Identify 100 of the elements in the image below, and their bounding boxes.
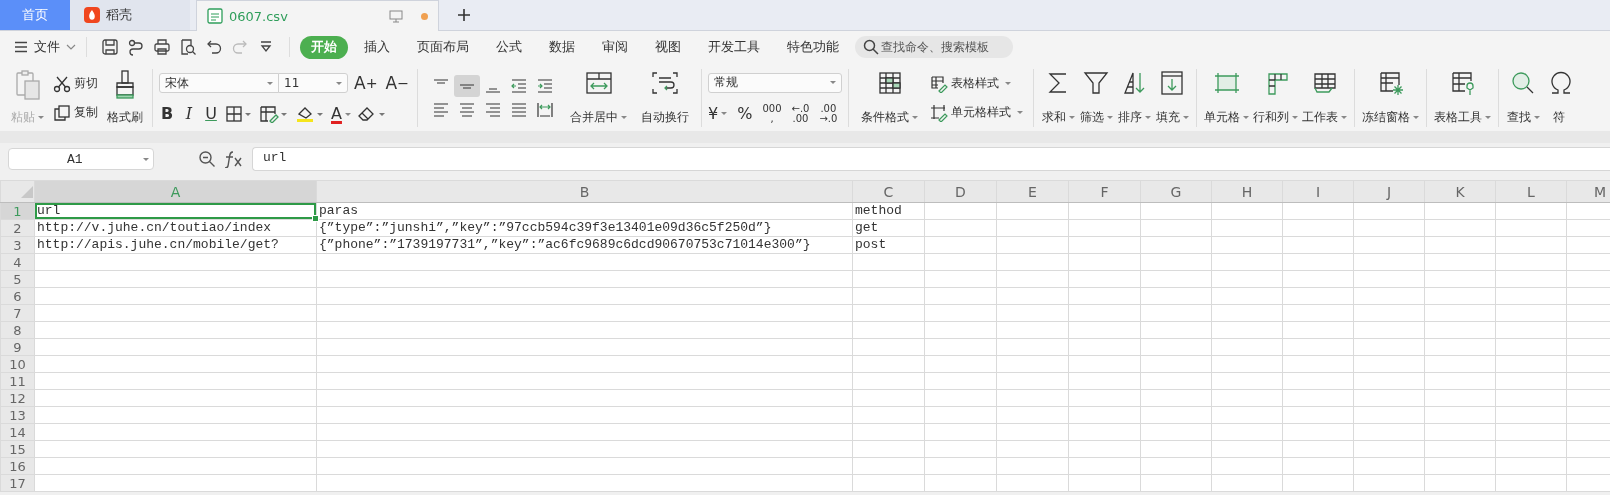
print-icon[interactable] bbox=[153, 38, 171, 56]
italic-button[interactable]: I bbox=[181, 105, 197, 123]
ribbon-button[interactable]: 排序 bbox=[1116, 65, 1153, 131]
ribbon-tab[interactable]: 特色功能 bbox=[776, 35, 850, 59]
flame-logo-icon bbox=[84, 7, 100, 23]
caret-icon bbox=[721, 112, 728, 115]
table-cell-text: http://v.juhe.cn/toutiao/index bbox=[36, 220, 273, 236]
ribbon-tab[interactable]: 视图 bbox=[644, 35, 692, 59]
fill-handle[interactable] bbox=[312, 215, 319, 222]
caret-icon bbox=[1005, 82, 1012, 85]
ribbon-button[interactable]: 筛选 bbox=[1078, 65, 1115, 131]
caret-icon bbox=[1485, 116, 1492, 119]
merge-center-button[interactable]: 合并居中 bbox=[564, 65, 634, 131]
number-format-dropdown[interactable]: 常规 bbox=[708, 72, 843, 93]
column-header[interactable]: I bbox=[1282, 180, 1354, 203]
column-header[interactable]: H bbox=[1211, 180, 1283, 203]
caret-icon bbox=[1243, 116, 1250, 119]
zoom-icon[interactable] bbox=[198, 150, 216, 168]
copy-icon bbox=[53, 103, 71, 122]
column-header[interactable]: L bbox=[1495, 180, 1567, 203]
monitor-icon[interactable] bbox=[389, 9, 403, 23]
caret-icon bbox=[267, 81, 273, 85]
font-size-dropdown[interactable]: 11 bbox=[278, 73, 348, 93]
caret-icon bbox=[1144, 116, 1151, 119]
copy-button[interactable]: 复制 bbox=[53, 103, 98, 122]
search-field[interactable]: 查找命令、搜索模板 bbox=[855, 36, 1013, 58]
file-menu[interactable]: 文件 bbox=[14, 38, 76, 56]
name-box[interactable]: A1 bbox=[8, 148, 154, 170]
bold-button[interactable]: B bbox=[159, 105, 175, 123]
function-icon[interactable] bbox=[224, 150, 244, 168]
ribbon-button[interactable]: 求和 bbox=[1040, 65, 1077, 131]
conditional-format-button[interactable]: 条件格式 bbox=[855, 65, 925, 131]
ribbon-button[interactable]: 符 bbox=[1543, 65, 1576, 131]
borders-icon[interactable] bbox=[225, 105, 253, 123]
ribbon-button[interactable]: 填充 bbox=[1154, 65, 1191, 131]
underline-button[interactable]: U bbox=[203, 105, 219, 123]
wrap-text-button[interactable]: 自动换行 bbox=[635, 65, 696, 131]
caret-icon bbox=[1341, 116, 1348, 119]
ribbon-button[interactable]: 单元格 bbox=[1203, 65, 1251, 131]
font-color-button[interactable]: A bbox=[331, 105, 351, 123]
ribbon-tab[interactable]: 公式 bbox=[485, 35, 533, 59]
cell-format-icon[interactable] bbox=[259, 105, 289, 123]
column-header[interactable]: E bbox=[996, 180, 1069, 203]
route-icon[interactable] bbox=[127, 38, 145, 56]
search-icon bbox=[863, 39, 879, 55]
scissors-icon bbox=[53, 74, 71, 93]
column-header[interactable]: M bbox=[1566, 180, 1610, 203]
ribbon-button[interactable]: 行和列 bbox=[1252, 65, 1300, 131]
cell-style-button[interactable]: 单元格样式 bbox=[930, 103, 1024, 122]
undo-icon[interactable] bbox=[205, 38, 223, 56]
ribbon-tab[interactable]: 插入 bbox=[353, 35, 401, 59]
save-icon[interactable] bbox=[101, 38, 119, 56]
caret-icon bbox=[1413, 116, 1420, 119]
ribbon-button[interactable]: 工作表 bbox=[1301, 65, 1349, 131]
ribbon-button[interactable]: 表格工具 bbox=[1433, 65, 1493, 131]
column-header[interactable]: F bbox=[1068, 180, 1141, 203]
column-header[interactable]: D bbox=[924, 180, 997, 203]
ribbon-tab[interactable]: 页面布局 bbox=[406, 35, 480, 59]
align-middle-icon[interactable] bbox=[454, 75, 481, 97]
merge-cells-icon bbox=[583, 69, 614, 97]
ribbon-button[interactable]: 冻结窗格 bbox=[1361, 65, 1421, 131]
table-cell-text: post bbox=[854, 237, 888, 253]
preview-icon[interactable] bbox=[179, 38, 197, 56]
caret-icon bbox=[1017, 111, 1024, 114]
table-style-button[interactable]: 表格样式 bbox=[930, 74, 1024, 93]
percent-button[interactable]: % bbox=[737, 104, 753, 123]
cut-button[interactable]: 剪切 bbox=[53, 74, 98, 93]
formula-field[interactable]: url bbox=[252, 147, 1610, 171]
caret-icon bbox=[912, 116, 919, 119]
menu-icon bbox=[14, 41, 28, 53]
table-cell-text: {”phone”:”1739197731”,”key”:”ac6fc9689c6dcd90670753c71014e300”} bbox=[318, 237, 812, 253]
column-header[interactable]: C bbox=[852, 180, 925, 203]
table-cell-text: {”type”:”junshi”,”key”:”97ccb594c39f3e13401e09d36c5f250d”} bbox=[318, 220, 773, 236]
caret-icon bbox=[1533, 116, 1540, 119]
caret-icon bbox=[1068, 116, 1075, 119]
ribbon-tab[interactable]: 审阅 bbox=[591, 35, 639, 59]
font-name-dropdown[interactable]: 宋体 bbox=[159, 73, 279, 93]
remove-decimal-button[interactable]: .00 →.0 bbox=[819, 103, 838, 124]
currency-button[interactable]: ¥ bbox=[708, 104, 728, 123]
column-header[interactable]: B bbox=[316, 180, 853, 203]
table-cell-text: http://apis.juhe.cn/mobile/get? bbox=[36, 237, 280, 253]
ribbon-tab[interactable]: 开发工具 bbox=[697, 35, 771, 59]
ribbon-button[interactable]: 查找 bbox=[1505, 65, 1542, 131]
table-cell: url bbox=[35, 203, 316, 219]
caret-icon bbox=[830, 81, 837, 84]
app-tab[interactable]: 稻壳 bbox=[70, 0, 190, 30]
cell-brush-icon bbox=[930, 103, 949, 122]
eraser-icon[interactable] bbox=[356, 105, 387, 123]
caret-icon bbox=[143, 157, 149, 161]
caret-icon bbox=[344, 112, 351, 116]
column-header[interactable]: K bbox=[1424, 180, 1496, 203]
fill-color-icon[interactable] bbox=[295, 105, 325, 123]
add-decimal-button[interactable]: ←.0 .00 bbox=[791, 103, 810, 124]
format-painter-button[interactable]: 格式刷 bbox=[104, 65, 146, 131]
column-header[interactable]: G bbox=[1140, 180, 1212, 203]
clipboard-icon bbox=[13, 69, 42, 101]
plus-icon[interactable] bbox=[457, 8, 471, 22]
thousands-button[interactable]: 000 , bbox=[762, 103, 782, 124]
column-header[interactable]: J bbox=[1353, 180, 1425, 203]
ribbon-tab[interactable]: 数据 bbox=[538, 35, 586, 59]
